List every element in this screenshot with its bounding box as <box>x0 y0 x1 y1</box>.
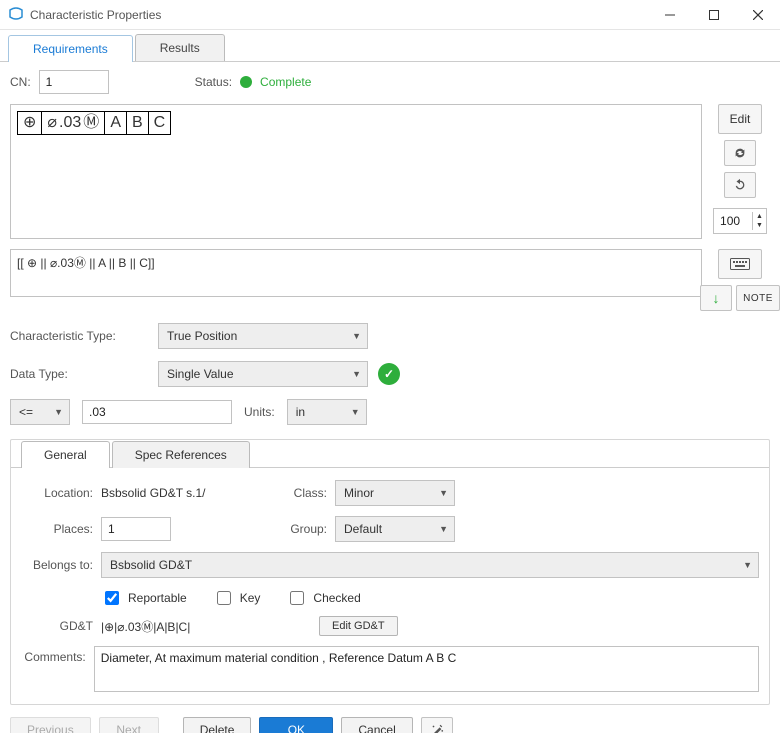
chevron-down-icon: ▼ <box>54 407 63 417</box>
class-select[interactable]: Minor ▼ <box>335 480 455 506</box>
key-checkbox[interactable]: Key <box>213 588 261 608</box>
gdt-symbol-position: ⊕ <box>18 112 42 134</box>
cn-status-row: CN: Status: Complete <box>10 70 770 94</box>
dialog-footer: Previous Next Delete OK Cancel <box>10 717 770 733</box>
chevron-down-icon: ▼ <box>352 331 361 341</box>
gdt-string-value: |⊕|⌀.03Ⓜ|A|B|C| <box>101 618 311 635</box>
title-bar: Characteristic Properties <box>0 0 780 30</box>
location-label: Location: <box>21 486 93 500</box>
insert-arrow-button[interactable]: ↓ <box>700 285 732 311</box>
zoom-down-icon[interactable]: ▼ <box>753 221 766 230</box>
chevron-down-icon: ▼ <box>439 524 448 534</box>
zoom-spinner[interactable]: ▲ ▼ <box>713 208 767 234</box>
tab-results[interactable]: Results <box>135 34 225 61</box>
note-button[interactable]: NOTE <box>736 285 780 311</box>
window-controls <box>648 0 780 30</box>
checked-checkbox[interactable]: Checked <box>286 588 360 608</box>
characteristic-type-label: Characteristic Type: <box>10 329 148 343</box>
zoom-input[interactable] <box>714 209 752 233</box>
data-type-select[interactable]: Single Value ▼ <box>158 361 368 387</box>
valid-indicator-icon: ✓ <box>378 363 400 385</box>
comments-label: Comments: <box>21 646 86 664</box>
units-select[interactable]: in ▼ <box>287 399 367 425</box>
status-indicator-icon <box>240 76 252 88</box>
data-type-label: Data Type: <box>10 367 148 381</box>
tab-requirements[interactable]: Requirements <box>8 35 133 62</box>
gdt-expression-box[interactable]: [[ ⊕ || ⌀.03Ⓜ || A || B || C]] <box>10 249 702 297</box>
feature-control-frame: ⊕ ⌀ .03 Ⓜ A B C <box>17 111 171 135</box>
cn-input[interactable] <box>39 70 109 94</box>
keyboard-button[interactable] <box>718 249 762 279</box>
class-label: Class: <box>281 486 327 500</box>
edit-gdt-button[interactable]: Edit GD&T <box>319 616 398 636</box>
cancel-button[interactable]: Cancel <box>341 717 412 733</box>
delete-button[interactable]: Delete <box>183 717 252 733</box>
subtab-general[interactable]: General <box>21 441 110 468</box>
main-tabs: Requirements Results <box>0 30 780 62</box>
gdt-datum-c: C <box>149 112 171 134</box>
comparator-select[interactable]: <= ▼ <box>10 399 70 425</box>
gdt-datum-a: A <box>105 112 127 134</box>
zoom-up-icon[interactable]: ▲ <box>753 212 766 221</box>
tolerance-input[interactable] <box>82 400 232 424</box>
gdt-datum-b: B <box>127 112 149 134</box>
close-button[interactable] <box>736 0 780 30</box>
app-icon <box>8 7 24 23</box>
comments-textarea[interactable] <box>94 646 759 692</box>
gdt-preview: ⊕ ⌀ .03 Ⓜ A B C <box>10 104 702 239</box>
refresh-button[interactable] <box>724 140 756 166</box>
chevron-down-icon: ▼ <box>439 488 448 498</box>
group-label: Group: <box>281 522 327 536</box>
places-label: Places: <box>21 522 93 536</box>
window-title: Characteristic Properties <box>30 8 161 22</box>
status-value: Complete <box>260 75 311 89</box>
maximize-button[interactable] <box>692 0 736 30</box>
minimize-button[interactable] <box>648 0 692 30</box>
rotate-button[interactable] <box>724 172 756 198</box>
belongs-to-select[interactable]: Bsbsolid GD&T ▼ <box>101 552 759 578</box>
chevron-down-icon: ▼ <box>351 407 360 417</box>
gdt-tolerance-cell: ⌀ .03 Ⓜ <box>42 112 105 134</box>
ok-button[interactable]: OK <box>259 717 333 733</box>
status-label: Status: <box>195 75 232 89</box>
chevron-down-icon: ▼ <box>352 369 361 379</box>
group-select[interactable]: Default ▼ <box>335 516 455 542</box>
gdt-expression-text: [[ ⊕ || ⌀.03Ⓜ || A || B || C]] <box>17 256 155 270</box>
units-label: Units: <box>244 405 275 419</box>
gdt-string-label: GD&T <box>21 619 93 633</box>
belongs-to-label: Belongs to: <box>21 558 93 572</box>
chevron-down-icon: ▼ <box>743 560 752 570</box>
wand-button[interactable] <box>421 717 453 733</box>
characteristic-type-select[interactable]: True Position ▼ <box>158 323 368 349</box>
next-button[interactable]: Next <box>99 717 159 733</box>
location-value: Bsbsolid GD&T s.1/ <box>101 486 205 500</box>
reportable-checkbox[interactable]: Reportable <box>101 588 187 608</box>
down-arrow-icon: ↓ <box>713 290 720 306</box>
cn-label: CN: <box>10 75 31 89</box>
subtab-spec-references[interactable]: Spec References <box>112 441 250 468</box>
details-panel: General Spec References Location: Bsbsol… <box>10 439 770 705</box>
edit-gdt-preview-button[interactable]: Edit <box>718 104 762 134</box>
places-input[interactable] <box>101 517 171 541</box>
previous-button[interactable]: Previous <box>10 717 91 733</box>
